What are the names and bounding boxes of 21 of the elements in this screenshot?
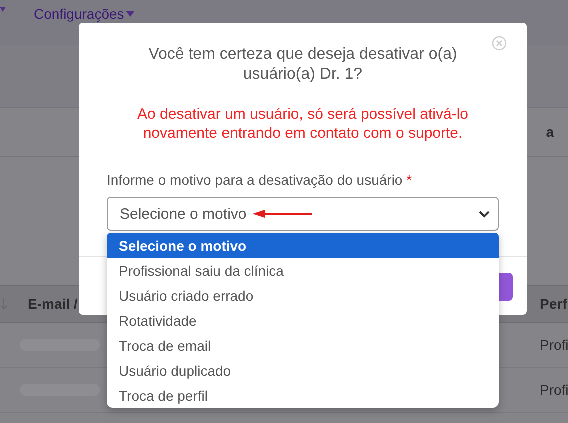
dropdown-option[interactable]: Usuário criado errado [107, 283, 499, 308]
dropdown-option[interactable]: Troca de perfil [107, 383, 499, 408]
field-label: Informe o motivo para a desativação do usuário [107, 172, 403, 188]
caret-icon [126, 11, 136, 18]
warning-text: Ao desativar um usuário, só será possível ativá-lo novamente entrando em contato com o suporte. [136, 105, 470, 143]
dropdown-option[interactable]: Usuário duplicado [107, 358, 499, 383]
close-icon[interactable] [492, 36, 507, 51]
dropdown-option[interactable]: Selecione o motivo [107, 233, 499, 258]
dialog-title: Você tem certeza que deseja desativar o(a) usuário(a) Dr. 1? [148, 45, 458, 85]
table-cell: Profi [540, 337, 568, 353]
table-cell: Profi [540, 382, 568, 398]
column-heading: Perf [540, 296, 568, 312]
dropdown-option[interactable]: Rotatividade [107, 308, 499, 333]
chevron-down-icon [479, 210, 490, 218]
reason-select[interactable]: Selecione o motivo [107, 197, 499, 231]
dropdown-option[interactable]: Profissional saiu da clínica [107, 258, 499, 283]
caret-icon [0, 7, 6, 13]
required-mark: * [406, 172, 412, 188]
dropdown-option[interactable]: Troca de email [107, 333, 499, 358]
column-heading: a [546, 124, 554, 140]
annotation-arrow [252, 210, 313, 218]
